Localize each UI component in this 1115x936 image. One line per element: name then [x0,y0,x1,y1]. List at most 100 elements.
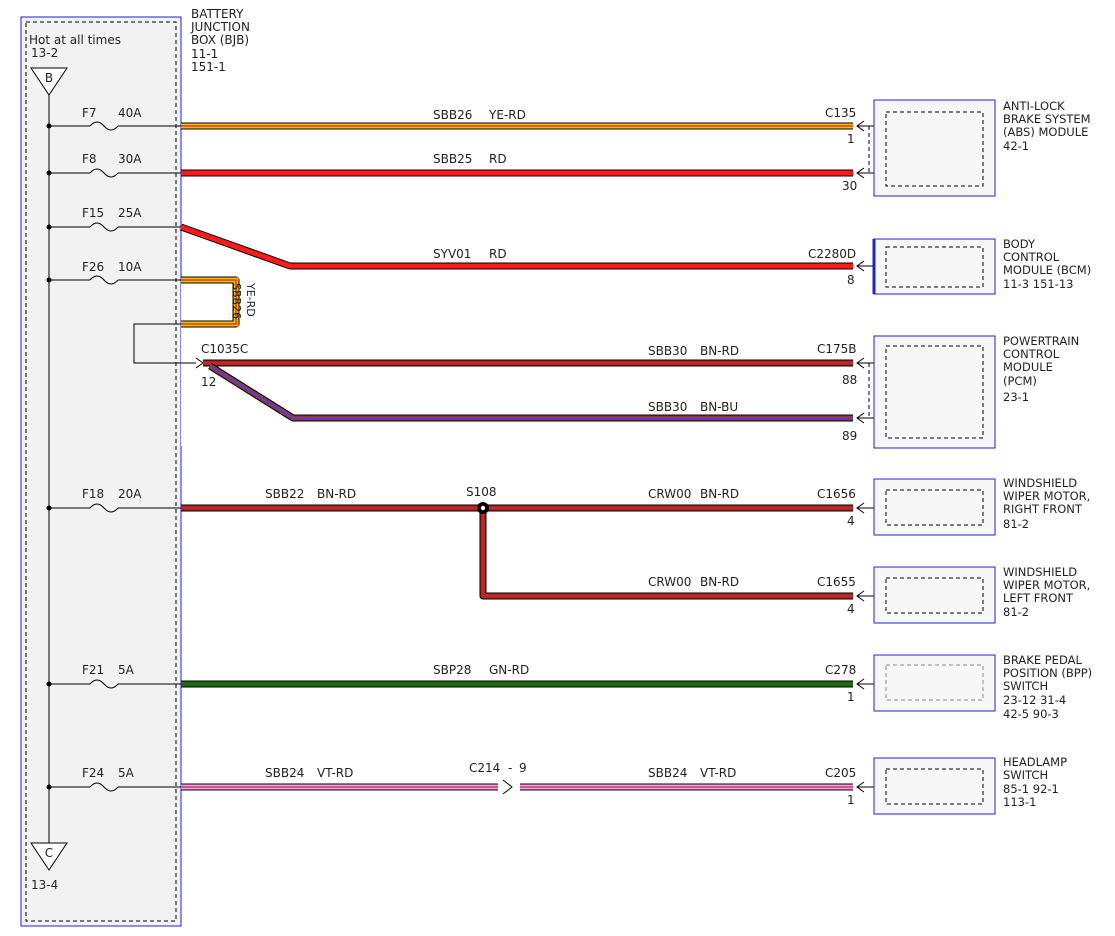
svg-text:(ABS) MODULE: (ABS) MODULE [1003,125,1088,139]
svg-text:23-12 31-4: 23-12 31-4 [1003,693,1066,707]
connector-name: C1655 [817,575,856,589]
bjb-shading [21,17,181,926]
svg-text:MODULE (BCM): MODULE (BCM) [1003,263,1091,277]
bjb-ref-2: 151-1 [191,60,226,74]
svg-text:MODULE: MODULE [1003,360,1053,374]
connector-pin: 9 [519,761,527,775]
module-label: WINDSHIELD [1003,565,1077,579]
svg-text:CONTROL: CONTROL [1003,347,1060,361]
fuse-id: F24 [82,766,104,780]
connector-name: C278 [825,663,856,677]
connector-c175b: C175B 88 89 [817,342,876,443]
wire-circuit: SBB30 [648,400,687,414]
wire-color-code: BN-RD [317,487,356,501]
connector-sep: - [508,761,512,775]
wire-circuit: SBB26 [230,283,243,319]
svg-text:SWITCH: SWITCH [1003,768,1048,782]
module-box [873,757,996,815]
wire-color-code: VT-RD [317,766,353,780]
wire-sbb26-jumper: SBB26 YE-RD [181,276,257,328]
connector-pin: 8 [847,273,855,287]
connector-pin: 4 [847,602,855,616]
wire-sbb25-abs: SBB25 RD [181,152,853,177]
svg-text:SWITCH: SWITCH [1003,679,1048,693]
connector-pin: 1 [847,132,855,146]
module-box [873,335,996,449]
wire-circuit: SBB26 [433,108,472,122]
module-label: WINDSHIELD [1003,476,1077,490]
wire-circuit: SBB24 [265,766,304,780]
wiring-diagram: BATTERY JUNCTION BOX (BJB) 11-1 151-1 Ho… [20,7,1092,927]
connector-arrow-icon [195,357,204,369]
fuse-id: F26 [82,260,104,274]
connector-pin: 4 [847,514,855,528]
connector-name: C1035C [201,342,248,356]
connector-pin: 88 [842,373,857,387]
module-label: HEADLAMP [1003,755,1067,769]
bjb-notch [181,278,189,446]
connector-pin: 1 [847,690,855,704]
connector-pin: 30 [842,179,857,193]
fuse-rating: 40A [118,106,142,120]
hot-at-all-times-label: Hot at all times [29,33,121,47]
svg-text:42-5 90-3: 42-5 90-3 [1003,707,1059,721]
wire-color-code: GN-RD [489,663,529,677]
wire-circuit: SBP28 [433,663,471,677]
wire-circuit: CRW00 [648,487,691,501]
connector-c135: C135 1 30 [825,106,876,193]
connector-pin: 89 [842,429,857,443]
svg-text:81-2: 81-2 [1003,517,1029,531]
fuse-rating: 5A [118,766,135,780]
svg-text:11-3 151-13: 11-3 151-13 [1003,277,1074,291]
module-label: POWERTRAIN [1003,334,1079,348]
bjb-title-1: BATTERY [191,7,244,21]
module-headlamp-switch: HEADLAMP SWITCH 85-1 92-1 113-1 [873,755,1067,815]
wire-circuit: SBB24 [648,766,687,780]
fuse-id: F15 [82,206,104,220]
connector-pin: 1 [847,793,855,807]
wire-color-code: YE-RD [244,282,257,317]
wire-color-code: RD [489,247,507,261]
connector-arrow-icon [502,779,513,795]
wire-circuit: CRW00 [648,575,691,589]
wire-sbb24-right: SBB24 VT-RD [520,766,853,791]
fuse-rating: 10A [118,260,142,274]
connector-name: C1656 [817,487,856,501]
svg-text:113-1: 113-1 [1003,795,1036,809]
fuse-id: F21 [82,663,104,677]
triangle-b-label: B [45,71,53,85]
wire-sbp28-bpp: SBP28 GN-RD [181,663,853,688]
module-abs: ANTI-LOCK BRAKE SYSTEM (ABS) MODULE 42-1 [873,99,1091,197]
module-wiper-left: WINDSHIELD WIPER MOTOR, LEFT FRONT 81-2 [873,565,1090,624]
connector-pin: 12 [201,375,216,389]
fuse-id: F8 [82,152,97,166]
svg-text:42-1: 42-1 [1003,139,1029,153]
fuse-id: F18 [82,487,104,501]
wire-crw00-right: CRW00 BN-RD [483,487,853,512]
module-wiper-right: WINDSHIELD WIPER MOTOR, RIGHT FRONT 81-2 [873,476,1090,536]
wire-color-code: BN-RD [700,487,739,501]
triangle-c-ref: 13-4 [31,878,58,892]
fuse-id: F7 [82,106,97,120]
wire-syv01-bcm: SYV01 RD [179,223,853,270]
bjb-title-3: BOX (BJB) [191,33,249,47]
svg-text:WIPER MOTOR,: WIPER MOTOR, [1003,578,1090,592]
wire-color-code: YE-RD [488,108,526,122]
module-bpp-switch: BRAKE PEDAL POSITION (BPP) SWITCH 23-12 … [873,653,1092,721]
bjb-ref-1: 11-1 [191,47,218,61]
wire-sbb30-bnbu-pcm: SBB30 BN-BU [208,363,853,422]
wire-sbb22: SBB22 BN-RD [181,487,483,512]
module-box [873,654,996,712]
triangle-c-label: C [45,846,53,860]
wire-crw00-left: CRW00 BN-RD [479,508,853,600]
svg-text:23-1: 23-1 [1003,390,1029,404]
module-box [873,478,996,536]
svg-text:POSITION (BPP): POSITION (BPP) [1003,666,1092,680]
wire-color-code: RD [489,152,507,166]
wire-sbb30-bnrd-pcm: SBB30 BN-RD [203,344,853,367]
wire-circuit: SYV01 [433,247,471,261]
wire-color-code: BN-RD [700,575,739,589]
module-label: BRAKE PEDAL [1003,653,1082,667]
svg-text:85-1 92-1: 85-1 92-1 [1003,782,1059,796]
connector-name: C135 [825,106,856,120]
